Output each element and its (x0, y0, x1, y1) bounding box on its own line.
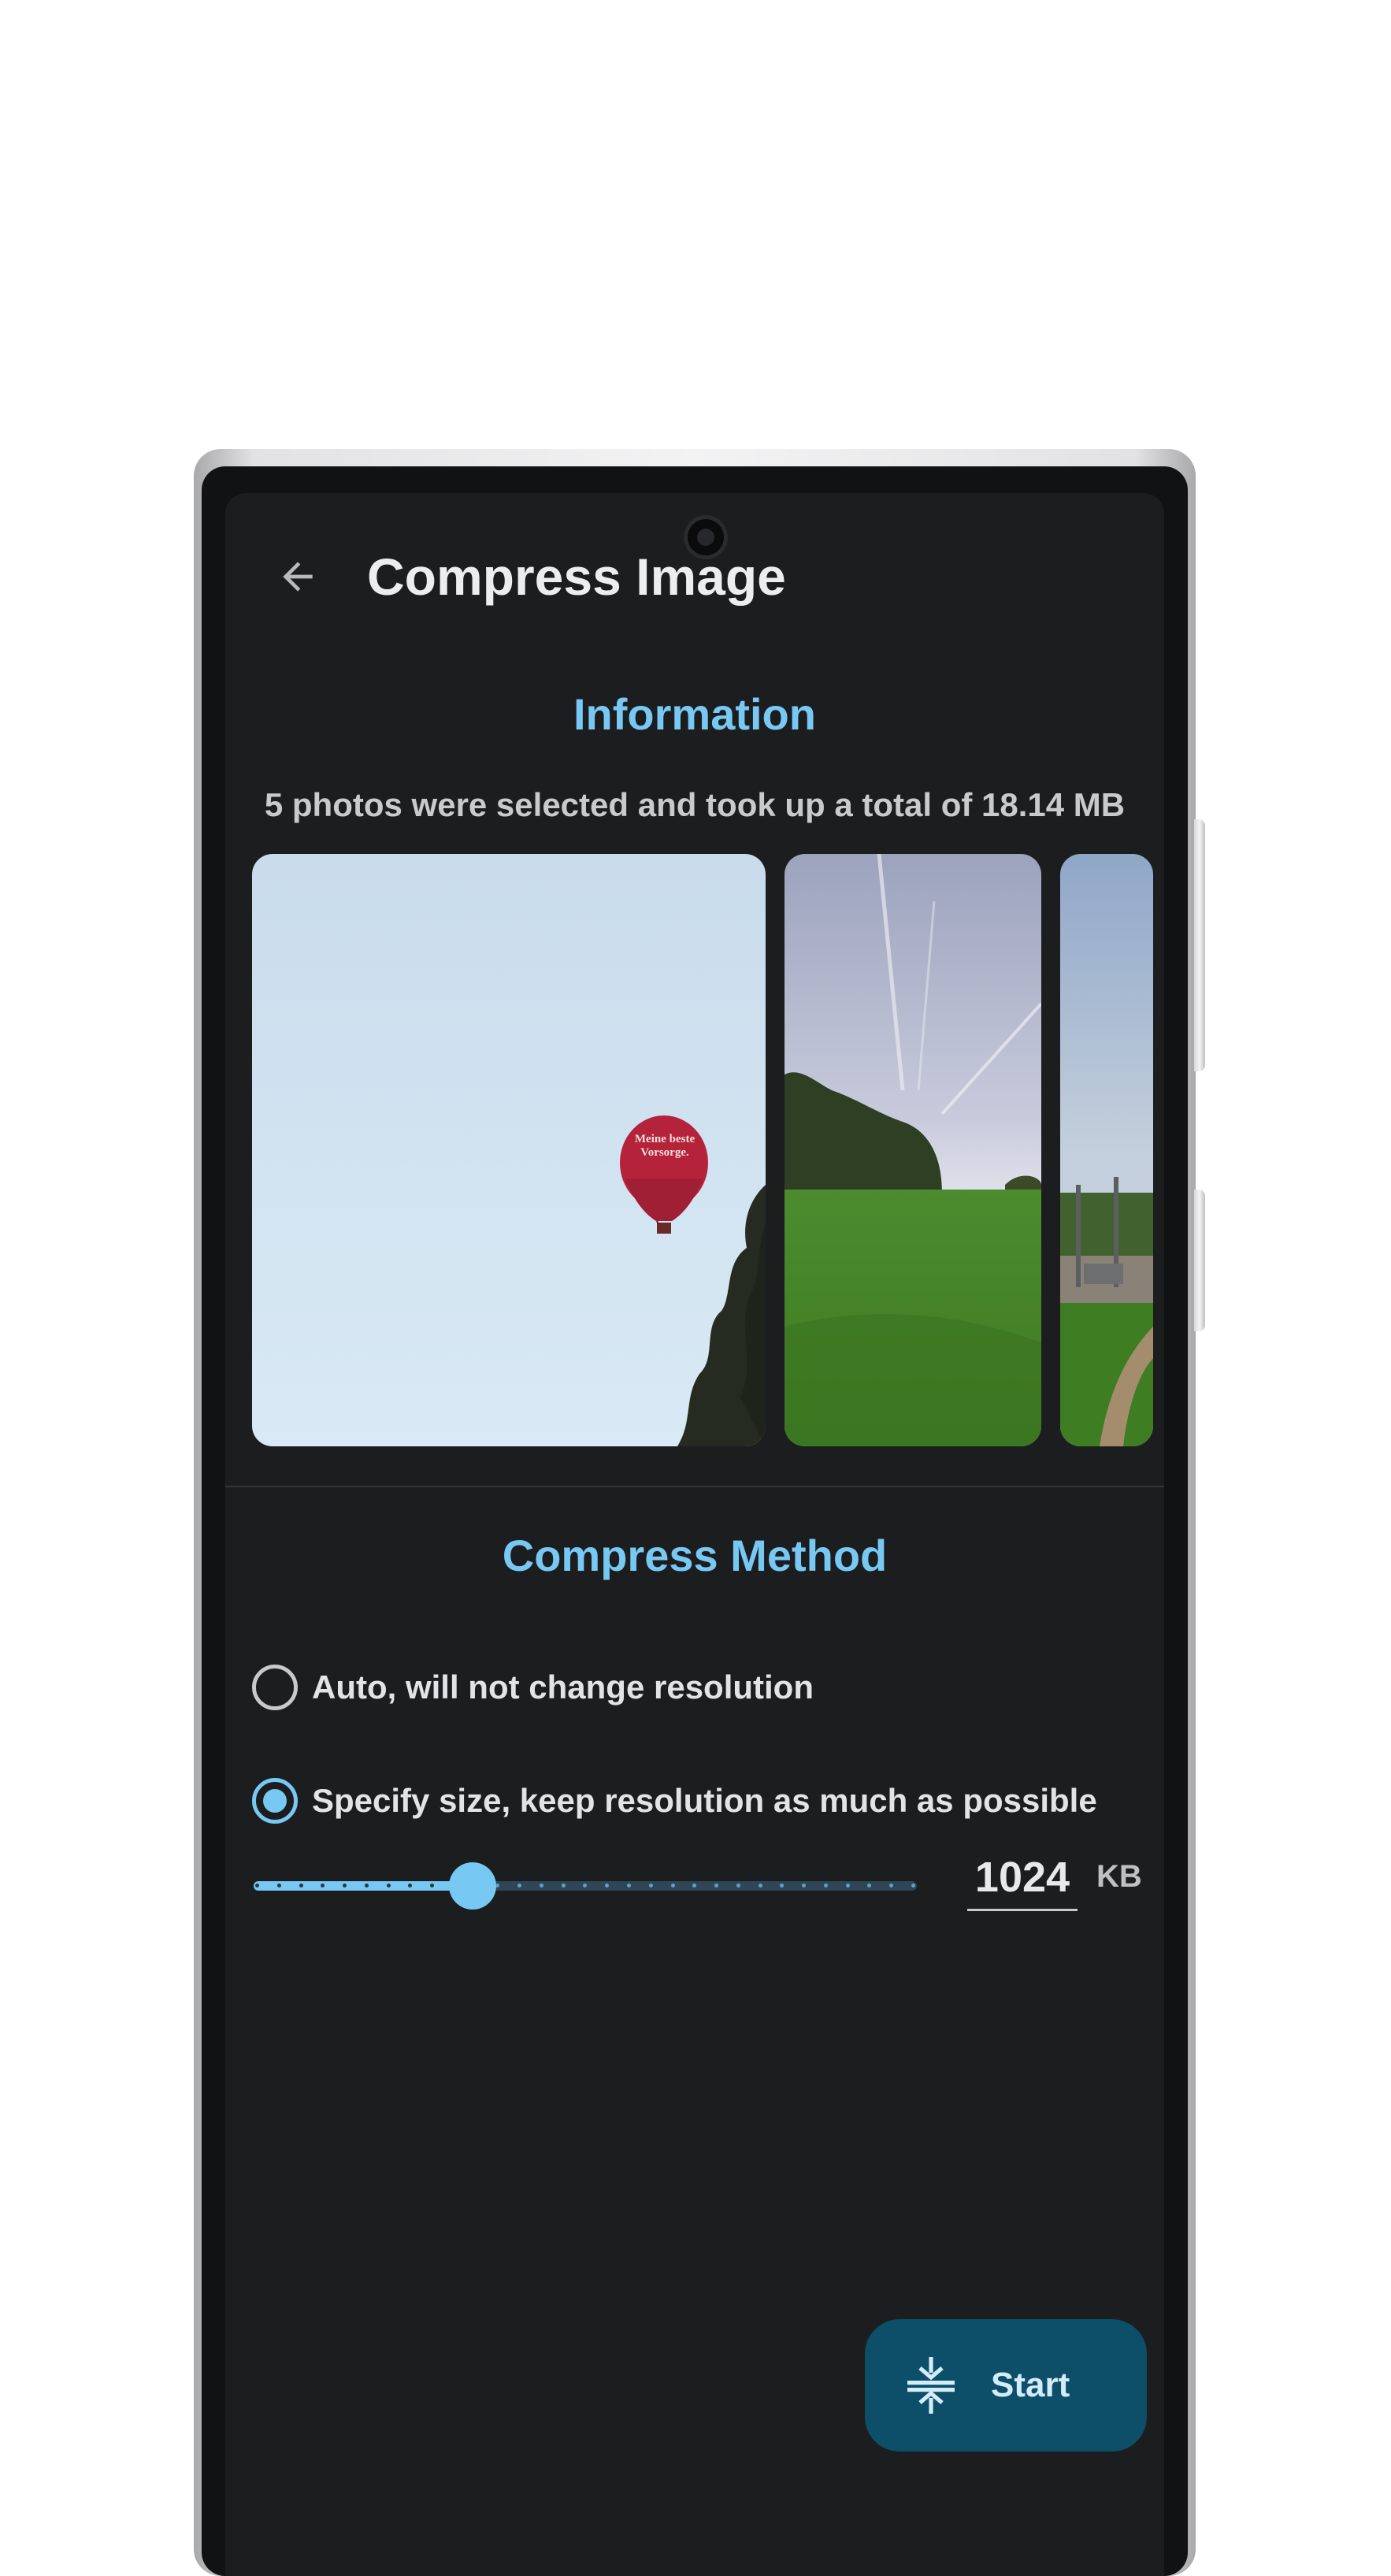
slider-tick (714, 1884, 719, 1887)
arrow-back-icon (283, 562, 313, 592)
slider-tick (276, 1884, 281, 1887)
size-value-input[interactable] (967, 1845, 1078, 1911)
slider-tick (343, 1884, 347, 1887)
start-button[interactable]: Start (865, 2319, 1147, 2452)
option-auto-label: Auto, will not change resolution (312, 1668, 814, 1706)
slider-tick (408, 1884, 413, 1887)
slider-ticks (254, 1884, 917, 1888)
compress-icon (907, 2357, 955, 2414)
playground-photo-image (1060, 854, 1153, 1446)
device-bezel: Compress Image Information 5 photos were… (202, 466, 1188, 2576)
slider-tick (386, 1884, 391, 1887)
information-heading: Information (573, 689, 816, 739)
slider-thumb[interactable] (449, 1862, 496, 1910)
option-auto[interactable]: Auto, will not change resolution (252, 1654, 814, 1720)
balloon-logo-text: Meine beste Vorsorge. (634, 1133, 696, 1159)
page-title: Compress Image (367, 547, 786, 606)
slider-tick (911, 1884, 915, 1887)
slider-tick (758, 1884, 762, 1887)
slider-tick (539, 1884, 543, 1887)
slider-tick (299, 1884, 303, 1887)
slider-tick (561, 1884, 566, 1887)
slider-tick (692, 1884, 697, 1887)
photo-thumbnail-playground[interactable] (1060, 854, 1153, 1446)
app-screen: Compress Image Information 5 photos were… (225, 493, 1164, 2576)
device-side-button-lower (1194, 1190, 1205, 1331)
slider-tick (255, 1884, 259, 1887)
start-button-label: Start (991, 2366, 1070, 2404)
option-specify-size-label: Specify size, keep resolution as much as… (312, 1782, 1097, 1819)
slider-tick (583, 1884, 588, 1887)
selection-summary: 5 photos were selected and took up a tot… (264, 786, 1126, 823)
size-slider[interactable] (254, 1854, 917, 1917)
slider-tick (889, 1884, 894, 1887)
slider-tick (517, 1884, 522, 1887)
slider-tick (823, 1884, 828, 1887)
slider-tick (670, 1884, 675, 1887)
device-side-button-upper (1194, 819, 1205, 1071)
slider-tick (605, 1884, 610, 1887)
slider-tick (780, 1884, 785, 1887)
slider-tick (867, 1884, 872, 1887)
slider-tick (627, 1884, 632, 1887)
slider-tick (802, 1884, 807, 1887)
device-frame: Compress Image Information 5 photos were… (194, 449, 1205, 2576)
slider-tick (321, 1884, 325, 1887)
back-button[interactable] (260, 539, 336, 614)
meadow-photo-image (785, 854, 1041, 1446)
slider-tick (736, 1884, 740, 1887)
compress-method-heading: Compress Method (502, 1531, 888, 1580)
option-specify-size[interactable]: Specify size, keep resolution as much as… (252, 1768, 1097, 1834)
slider-tick (495, 1884, 500, 1887)
photo-thumbnail-balloon[interactable]: Meine beste Vorsorge. (252, 854, 766, 1446)
slider-tick (648, 1884, 653, 1887)
slider-tick (845, 1884, 850, 1887)
slider-tick (364, 1884, 369, 1887)
slider-tick (430, 1884, 435, 1887)
section-divider (225, 1486, 1164, 1487)
radio-specify-size[interactable] (252, 1778, 298, 1824)
photo-thumbnail-meadow[interactable] (785, 854, 1041, 1446)
radio-auto[interactable] (252, 1665, 298, 1710)
size-unit-label: KB (1096, 1859, 1142, 1894)
